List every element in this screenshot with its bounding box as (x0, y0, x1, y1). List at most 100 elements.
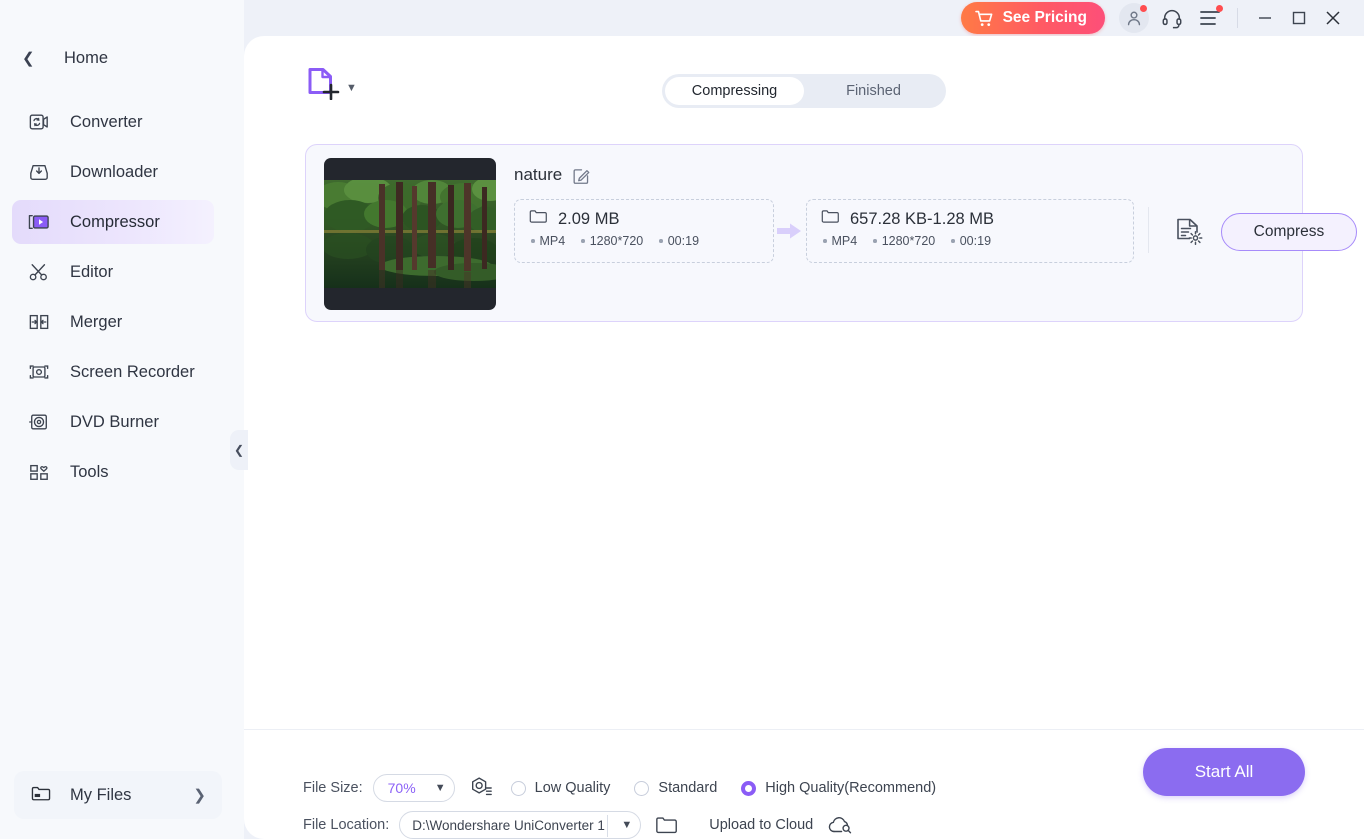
sidebar-item-label: Screen Recorder (70, 362, 195, 381)
start-all-button[interactable]: Start All (1143, 748, 1305, 796)
sidebar-item-label: DVD Burner (70, 412, 159, 431)
menu-button[interactable] (1195, 3, 1225, 33)
video-thumbnail (324, 158, 496, 310)
close-button[interactable] (1316, 3, 1350, 33)
radio-label: Standard (658, 780, 718, 796)
upload-cloud-button[interactable] (827, 814, 853, 836)
tab-compressing[interactable]: Compressing (665, 77, 804, 105)
sidebar-item-label: Compressor (70, 212, 160, 231)
account-button[interactable] (1119, 3, 1149, 33)
sidebar-item-label: Merger (70, 312, 123, 331)
sidebar-item-label: Editor (70, 262, 114, 281)
sidebar-item-downloader[interactable]: Downloader (12, 150, 214, 194)
minimize-button[interactable] (1248, 3, 1282, 33)
compressor-icon (26, 210, 52, 234)
source-duration: 00:19 (659, 234, 699, 248)
target-format: MP4 (823, 234, 857, 248)
file-size-select[interactable]: 70% ▼ (372, 774, 455, 802)
sidebar-item-dvd-burner[interactable]: DVD Burner (12, 400, 214, 444)
folder-icon (529, 209, 548, 229)
file-size-row: File Size: 70% ▼ Low Quality Standard Hi… (303, 774, 960, 802)
target-size: 657.28 KB-1.28 MB (850, 209, 995, 228)
upload-cloud-label: Upload to Cloud (709, 817, 814, 833)
see-pricing-label: See Pricing (1002, 9, 1087, 26)
open-folder-button[interactable] (655, 815, 679, 835)
radio-high-quality[interactable]: High Quality(Recommend) (741, 780, 936, 796)
source-format: MP4 (531, 234, 565, 248)
file-size-label: File Size: (303, 780, 363, 796)
file-name-label: nature (514, 165, 563, 184)
maximize-button[interactable] (1282, 3, 1316, 33)
chevron-down-icon: ▼ (346, 82, 357, 94)
account-badge (1140, 5, 1147, 12)
radio-button (510, 780, 526, 796)
tab-finished[interactable]: Finished (804, 77, 943, 105)
folder-icon (821, 209, 840, 229)
scissors-icon (26, 260, 52, 284)
file-size-value: 70% (387, 780, 416, 796)
maximize-icon (1292, 11, 1306, 25)
source-meta-box: 2.09 MB MP4 1280*720 00:19 (514, 199, 774, 263)
radio-button (634, 780, 650, 796)
my-files-label: My Files (70, 785, 132, 804)
file-location-value: D:\Wondershare UniConverter 1 (412, 817, 605, 833)
preview-compare-button[interactable] (469, 776, 493, 800)
edit-pencil-icon[interactable] (572, 166, 591, 185)
chevron-left-icon: ❮ (233, 443, 245, 457)
arrow-right-icon (775, 219, 803, 243)
converter-icon (26, 110, 52, 134)
status-tabs: Compressing Finished (662, 74, 946, 108)
select-divider (607, 815, 609, 837)
folder-icon (30, 784, 52, 807)
sidebar-item-label: Tools (70, 462, 109, 481)
file-settings-icon (1177, 218, 1203, 245)
target-meta-box: 657.28 KB-1.28 MB MP4 1280*720 00:19 (806, 199, 1134, 263)
home-label: Home (64, 48, 109, 67)
main-panel: ▼ Compressing Finished nature 2.09 MB MP… (244, 36, 1364, 839)
card-divider (1148, 207, 1149, 253)
target-resolution: 1280*720 (873, 234, 935, 248)
sidebar-item-merger[interactable]: Merger (12, 300, 214, 344)
file-name-row: nature (514, 165, 591, 185)
sidebar: ❮ Home Converter Downloader Compressor E… (0, 0, 244, 839)
chevron-down-icon: ▼ (434, 782, 446, 794)
file-card[interactable]: nature 2.09 MB MP4 1280*720 00:19 657.28… (305, 144, 1357, 322)
chevron-down-icon: ▼ (621, 819, 633, 831)
my-files-button[interactable]: My Files ❯ (14, 771, 222, 819)
file-location-select[interactable]: D:\Wondershare UniConverter 1 ▼ (399, 811, 642, 839)
panel-header: ▼ Compressing Finished (244, 36, 1364, 108)
radio-low-quality[interactable]: Low Quality (510, 780, 610, 796)
tools-grid-icon (26, 460, 52, 484)
quality-radio-group: Low Quality Standard High Quality(Recomm… (510, 780, 960, 796)
app-window: See Pricing ❮ Home Converter Downloader … (0, 0, 1364, 839)
radio-standard[interactable]: Standard (634, 780, 717, 796)
source-size: 2.09 MB (558, 209, 620, 228)
sidebar-item-label: Downloader (70, 162, 159, 181)
file-settings-button[interactable] (1176, 217, 1203, 252)
home-button[interactable]: ❮ Home (0, 38, 244, 78)
see-pricing-button[interactable]: See Pricing (960, 2, 1105, 34)
titlebar-divider (1237, 8, 1238, 28)
compress-button[interactable]: Compress (1221, 213, 1357, 251)
sidebar-item-editor[interactable]: Editor (12, 250, 214, 294)
screen-recorder-icon (26, 360, 52, 384)
sidebar-item-screen-recorder[interactable]: Screen Recorder (12, 350, 214, 394)
source-resolution: 1280*720 (581, 234, 643, 248)
file-location-row: File Location: D:\Wondershare UniConvert… (303, 811, 853, 839)
sidebar-item-converter[interactable]: Converter (12, 100, 214, 144)
sidebar-item-tools[interactable]: Tools (12, 450, 214, 494)
close-icon (1326, 11, 1340, 25)
sidebar-collapse-handle[interactable]: ❮ (230, 430, 248, 470)
headset-icon (1162, 10, 1182, 29)
sidebar-item-compressor[interactable]: Compressor (12, 200, 214, 244)
target-duration: 00:19 (951, 234, 991, 248)
chevron-left-icon: ❮ (22, 50, 35, 67)
support-button[interactable] (1157, 3, 1187, 33)
add-file-button[interactable]: ▼ (306, 66, 357, 100)
sidebar-nav: Converter Downloader Compressor Editor M… (0, 100, 244, 494)
radio-button (741, 780, 757, 796)
open-folder-icon (656, 817, 678, 834)
cloud-upload-icon (828, 817, 852, 834)
merger-icon (26, 310, 52, 334)
add-file-icon (308, 68, 340, 100)
